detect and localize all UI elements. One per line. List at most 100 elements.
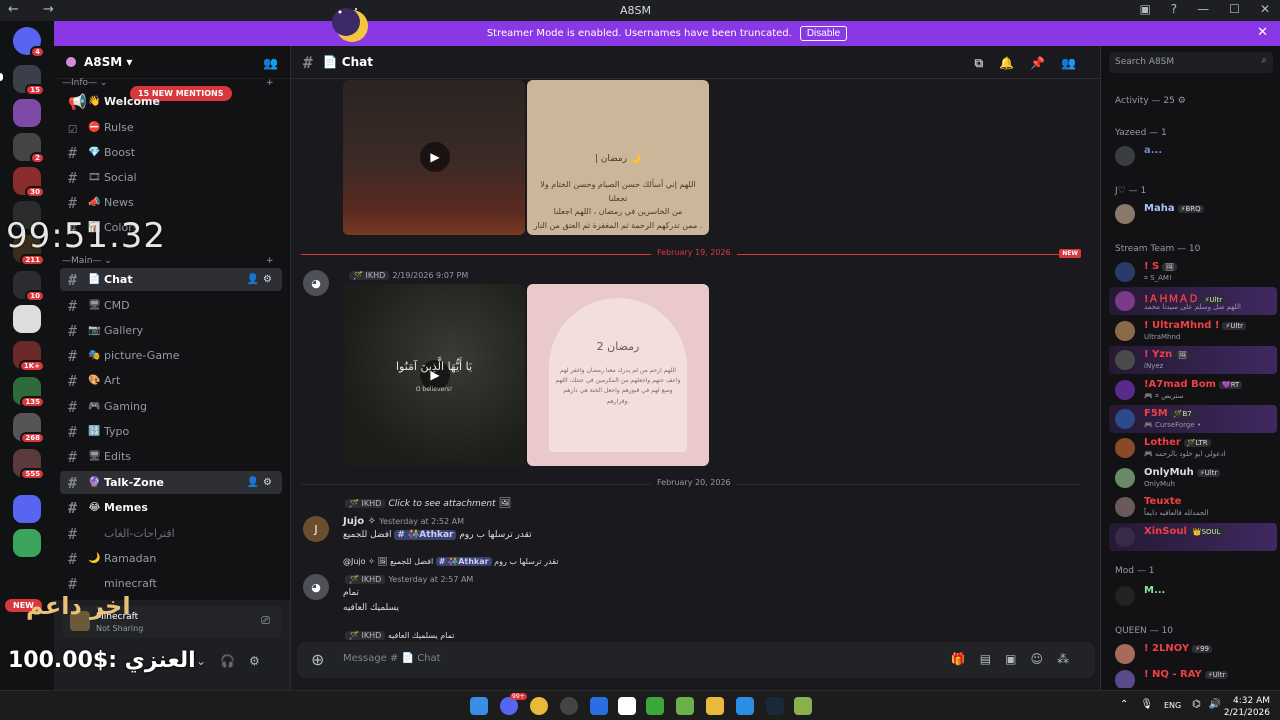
store-icon[interactable]	[736, 697, 754, 715]
member-item[interactable]: Lother 🪄LTR 🎮 ادعولي ابو خلود بالرحمه	[1109, 434, 1277, 462]
activity-header[interactable]: Activity — 25 ⚙	[1115, 96, 1186, 106]
avatar[interactable]: J	[303, 516, 329, 542]
channel-ramadan[interactable]: # 🌙 Ramadan	[60, 547, 282, 570]
obs-icon[interactable]	[560, 697, 578, 715]
member-item[interactable]: ! UltraMhnd ! ⚡Ultr UltraMhnd	[1109, 317, 1277, 345]
server-icon[interactable]: 2	[13, 133, 45, 164]
channel-memes[interactable]: # 😂 Memes	[60, 496, 282, 519]
search-input[interactable]: Search A8SM ⌕	[1109, 52, 1273, 73]
member-item[interactable]: !A7mad Bom 💜RT 🎮 ⌗ ستریص	[1109, 376, 1277, 404]
channel-boost[interactable]: # 💎 Boost	[60, 141, 282, 164]
channel-gaming[interactable]: # 🎮 Gaming	[60, 395, 282, 418]
channel-settings-icon[interactable]: 👤⚙	[247, 477, 276, 488]
channel-edits[interactable]: # 🖥 Edits	[60, 445, 282, 468]
banner-close-icon[interactable]: ✕	[1257, 25, 1268, 40]
help-icon[interactable]: ?	[1171, 2, 1177, 16]
category-info[interactable]: —Info— ⌄ +	[62, 78, 274, 88]
start-icon[interactable]	[470, 697, 488, 715]
channel-rulse[interactable]: ☑ ⛔ Rulse	[60, 116, 282, 139]
mic-icon[interactable]: 🎙	[1140, 699, 1165, 710]
member-item[interactable]: a...	[1109, 142, 1277, 170]
channel-talk-zone[interactable]: # 🔮 Talk-Zone 👤⚙	[60, 471, 282, 494]
server-icon[interactable]: 135	[13, 377, 45, 408]
image-attachment[interactable]: | رمضان 🌙 اللهم إني أسألك حسن الصيام وحس…	[527, 80, 709, 235]
headset-icon[interactable]: 🎧	[220, 654, 249, 668]
member-item[interactable]: ! NQ - RAY ⚡Ultr	[1109, 666, 1277, 688]
chrome-icon[interactable]	[530, 697, 548, 715]
member-item[interactable]: XinSoul 👑SOUL	[1109, 522, 1277, 551]
app-icon[interactable]	[590, 697, 608, 715]
member-item[interactable]: ! Yzn 🖼 iNyez	[1109, 346, 1277, 375]
attach-plus-icon[interactable]: ⊕	[311, 650, 324, 669]
play-icon[interactable]: ▶	[420, 142, 450, 172]
file-explorer-icon[interactable]	[706, 697, 724, 715]
language-indicator[interactable]: ENG	[1164, 701, 1181, 710]
avatar[interactable]: ◕	[303, 574, 329, 600]
app-icon[interactable]	[618, 697, 636, 715]
channel-welcome[interactable]: 📢 👋 Welcome	[60, 90, 282, 113]
gif-icon[interactable]: ▤	[980, 652, 1005, 666]
message-composer[interactable]: ⊕ Message # 📄 Chat 🎁▤▣☺⁂	[297, 642, 1095, 678]
category-main[interactable]: —Main— ⌄ +	[62, 256, 274, 266]
apps-icon[interactable]: ⁂	[1057, 652, 1083, 666]
settings-icon[interactable]: ⚙	[249, 654, 274, 668]
disable-button[interactable]: Disable	[799, 26, 848, 41]
member-item[interactable]: ! 2LNOY ⚡99	[1109, 640, 1277, 668]
server-icon[interactable]: 15	[13, 65, 45, 96]
app-icon[interactable]	[676, 697, 694, 715]
steam-icon[interactable]	[766, 697, 784, 715]
channel-social[interactable]: # 🎞 Social	[60, 166, 282, 189]
server-icon[interactable]: 30	[13, 167, 45, 198]
video-attachment[interactable]: ▶	[343, 80, 525, 235]
server-icon[interactable]	[13, 99, 41, 127]
reply-preview[interactable]: @Jujo ✧ 🖼 افضل للجميع # 👫Athkar تقدر ترس…	[343, 557, 558, 566]
pin-icon[interactable]: 📌	[1030, 56, 1061, 70]
maximize-icon[interactable]: ☐	[1229, 2, 1240, 16]
member-item[interactable]: Teuxte الحمدلله فالعافيه دايماً	[1109, 493, 1277, 521]
channel-chat[interactable]: # 📄 Chat 👤⚙	[60, 268, 282, 291]
member-item[interactable]: M...	[1109, 582, 1277, 610]
minecraft-icon[interactable]	[646, 697, 664, 715]
author-name[interactable]: Jujo ✧	[343, 516, 376, 527]
emoji-icon[interactable]: ☺	[1030, 652, 1057, 666]
discord-home-icon[interactable]: 4	[13, 27, 45, 58]
nav-arrows[interactable]: ← →	[8, 2, 64, 17]
avatar[interactable]: ◕	[303, 270, 329, 296]
channel-news[interactable]: # 📣 News	[60, 191, 282, 214]
server-icon[interactable]: 268	[13, 413, 45, 444]
app-icon[interactable]	[794, 697, 812, 715]
reply-preview[interactable]: 🪄 IKHD تمام يسلميك العافيه	[345, 631, 454, 640]
add-channel-icon[interactable]: +	[266, 256, 274, 266]
channel-suggestions[interactable]: # اقتراحات-الغاب	[60, 522, 282, 545]
screen-share-icon[interactable]: ▣	[1139, 2, 1150, 16]
member-item[interactable]: OnlyMuh ⚡Ultr OnlyMuh	[1109, 464, 1277, 492]
member-item[interactable]: Maha ⚡BRQ	[1109, 200, 1277, 228]
server-icon[interactable]: 10	[13, 271, 45, 302]
gift-icon[interactable]: 🎁	[951, 652, 980, 666]
channel-settings-icon[interactable]: 👤⚙	[247, 274, 276, 285]
server-icon[interactable]: 1K+	[13, 341, 45, 372]
video-attachment[interactable]: ▶ يَا أَيُّهَا الَّذِينَ آمَنُوا O belie…	[343, 284, 525, 466]
channel-art[interactable]: # 🎨 Art	[60, 369, 282, 392]
channel-picture-game[interactable]: # 🎭 picture-Game	[60, 344, 282, 367]
channel-gallery[interactable]: # 📷 Gallery	[60, 319, 282, 342]
mic-dropdown-icon[interactable]: ⌄	[196, 654, 220, 668]
server-icon[interactable]: 555	[13, 449, 45, 480]
close-icon[interactable]: ✕	[1260, 2, 1270, 16]
channel-typo[interactable]: # 🔢 Typo	[60, 420, 282, 443]
image-attachment[interactable]: 2 رمضان اللهم ارحم من لم يدرك معنا رمضان…	[527, 284, 709, 466]
sticker-icon[interactable]: ▣	[1005, 652, 1030, 666]
invite-icon[interactable]: 👥	[263, 56, 278, 70]
server-header[interactable]: A8SM ▾ 👥	[54, 46, 290, 79]
bell-icon[interactable]: 🔔	[999, 56, 1030, 70]
folder-icon[interactable]	[13, 495, 41, 523]
channel-mention[interactable]: # 👫Athkar	[435, 557, 492, 566]
clock[interactable]: 4:32 AM 2/21/2026	[1224, 696, 1270, 719]
reply-preview[interactable]: 🪄 IKHD Click to see attachment 🖼	[345, 498, 511, 509]
minimize-icon[interactable]: —	[1197, 2, 1209, 16]
channel-mention[interactable]: # 👫Athkar	[394, 530, 457, 540]
chevron-up-icon[interactable]: ⌃	[1120, 699, 1140, 710]
member-item[interactable]: F5M 🪄B7 🎮 CurseForge •	[1109, 405, 1277, 433]
add-channel-icon[interactable]: +	[266, 78, 274, 88]
share-screen-icon[interactable]: ⎚	[261, 614, 270, 628]
